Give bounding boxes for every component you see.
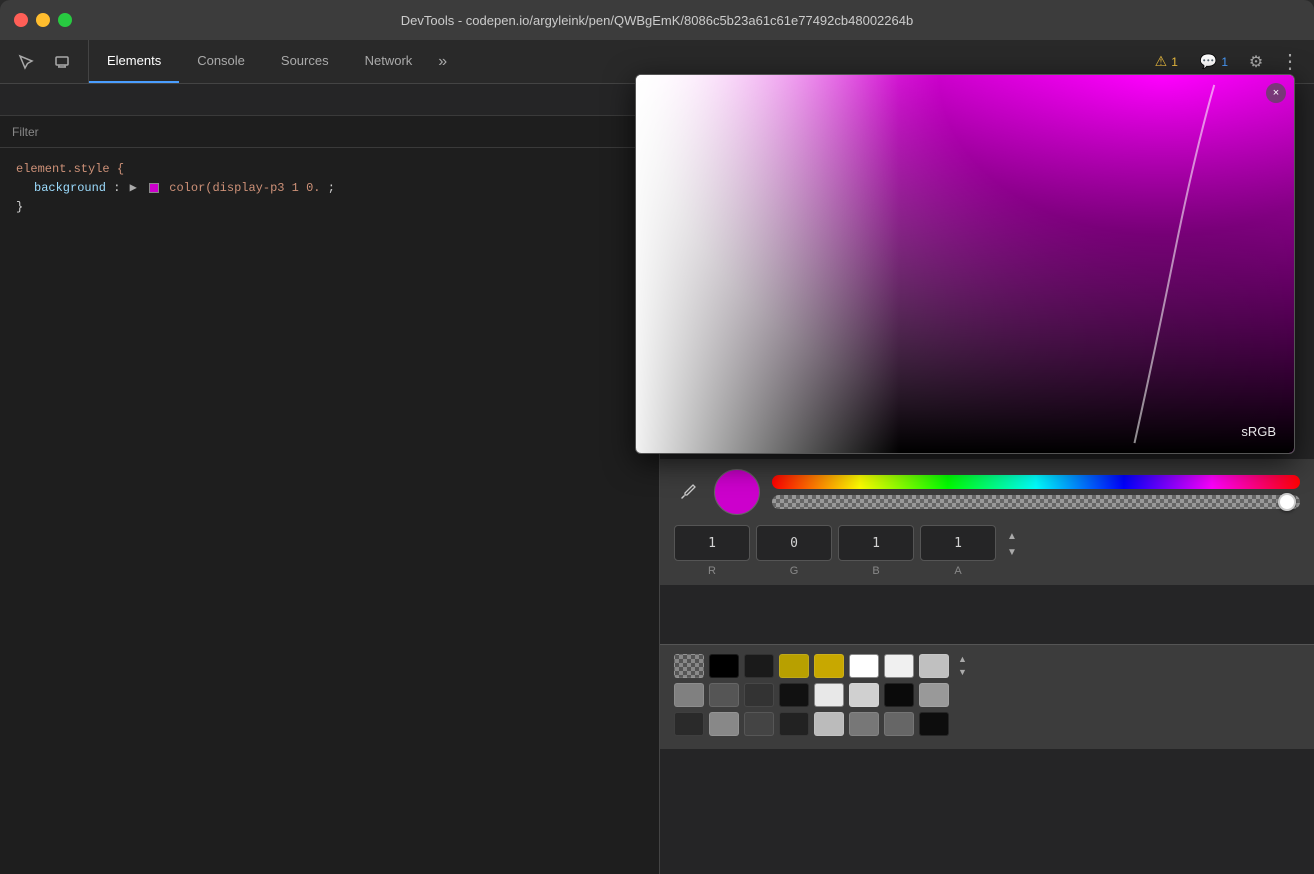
alpha-slider-thumb xyxy=(1278,493,1296,511)
rgba-inputs-row: R G B A ▲ ▼ xyxy=(674,525,1300,577)
alpha-slider[interactable] xyxy=(772,495,1300,509)
warning-count: 1 xyxy=(1171,55,1178,69)
a-label: A xyxy=(954,565,961,577)
rgba-decrement-button[interactable]: ▼ xyxy=(1002,545,1022,559)
swatch-dark5[interactable] xyxy=(674,712,704,736)
swatch-black[interactable] xyxy=(709,654,739,678)
filter-bar: Filter xyxy=(0,116,659,148)
b-label: B xyxy=(872,565,879,577)
styles-code-area: element.style { background : ▶ color(dis… xyxy=(0,148,659,874)
eyedropper-button[interactable] xyxy=(674,478,702,506)
swatch-mid3[interactable] xyxy=(919,683,949,707)
tab-network[interactable]: Network xyxy=(347,40,431,83)
swatch-mid5[interactable] xyxy=(849,712,879,736)
toolbar-icon-group xyxy=(0,40,89,83)
swatch-light4[interactable] xyxy=(849,683,879,707)
b-input[interactable] xyxy=(838,525,914,561)
more-tabs-button[interactable]: » xyxy=(430,40,455,83)
swatch-dark1[interactable] xyxy=(744,654,774,678)
filter-label: Filter xyxy=(12,125,39,139)
traffic-lights xyxy=(14,13,72,27)
code-line-2: background : ▶ color(display-p3 1 0. ; xyxy=(34,179,643,198)
r-input-group: R xyxy=(674,525,750,577)
code-line-1: element.style { xyxy=(16,160,643,179)
swatch-gold1[interactable] xyxy=(779,654,809,678)
swatch-mid6[interactable] xyxy=(884,712,914,736)
more-options-icon: ⋮ xyxy=(1280,49,1300,74)
warning-icon: ⚠ xyxy=(1155,53,1168,70)
gradient-white-overlay xyxy=(636,75,1294,453)
swatch-dark4[interactable] xyxy=(884,683,914,707)
swatches-section: ▲ ▼ xyxy=(660,644,1314,749)
swatch-mid1[interactable] xyxy=(674,683,704,707)
swatch-light5[interactable] xyxy=(814,712,844,736)
tab-elements[interactable]: Elements xyxy=(89,40,179,83)
rgba-increment-button[interactable]: ▲ xyxy=(1002,529,1022,543)
element-picker-icon[interactable] xyxy=(12,48,40,76)
g-input-group: G xyxy=(756,525,832,577)
color-picker-close-button[interactable]: × xyxy=(1266,83,1286,103)
swatch-up-arrow[interactable]: ▲ xyxy=(958,653,967,666)
title-bar: DevTools - codepen.io/argyleink/pen/QWBg… xyxy=(0,0,1314,40)
swatch-dark8[interactable] xyxy=(919,712,949,736)
color-sliders xyxy=(772,475,1300,509)
swatch-white[interactable] xyxy=(849,654,879,678)
expand-triangle[interactable]: ▶ xyxy=(130,179,137,198)
swatch-dark2[interactable] xyxy=(744,683,774,707)
fullscreen-traffic-light[interactable] xyxy=(58,13,72,27)
r-label: R xyxy=(708,565,716,577)
warnings-badge[interactable]: ⚠ 1 xyxy=(1147,50,1186,73)
swatch-dark3[interactable] xyxy=(779,683,809,707)
hue-slider[interactable] xyxy=(772,475,1300,489)
g-input[interactable] xyxy=(756,525,832,561)
swatches-row-1: ▲ ▼ xyxy=(674,653,1300,678)
swatch-gold2[interactable] xyxy=(814,654,844,678)
g-label: G xyxy=(790,565,799,577)
color-swatch[interactable] xyxy=(149,183,159,193)
swatch-mid2[interactable] xyxy=(709,683,739,707)
minimize-traffic-light[interactable] xyxy=(36,13,50,27)
message-icon: 💬 xyxy=(1200,53,1217,70)
settings-button[interactable]: ⚙ xyxy=(1242,48,1270,76)
main-area: Filter element.style { background : ▶ co… xyxy=(0,84,1314,874)
swatch-dark6[interactable] xyxy=(744,712,774,736)
close-traffic-light[interactable] xyxy=(14,13,28,27)
more-options-button[interactable]: ⋮ xyxy=(1276,48,1304,76)
swatches-row-3 xyxy=(674,712,1300,736)
a-input[interactable] xyxy=(920,525,996,561)
messages-badge[interactable]: 💬 1 xyxy=(1192,50,1236,73)
swatch-light3[interactable] xyxy=(814,683,844,707)
swatch-light1[interactable] xyxy=(884,654,914,678)
eyedropper-row xyxy=(674,469,1300,515)
swatch-down-arrow[interactable]: ▼ xyxy=(958,666,967,679)
r-input[interactable] xyxy=(674,525,750,561)
b-input-group: B xyxy=(838,525,914,577)
message-count: 1 xyxy=(1221,55,1228,69)
close-icon: × xyxy=(1273,87,1279,99)
swatch-transparent[interactable] xyxy=(674,654,704,678)
settings-icon: ⚙ xyxy=(1249,52,1263,72)
breadcrumb-bar xyxy=(0,84,659,116)
swatches-row-2 xyxy=(674,683,1300,707)
srgb-label: sRGB xyxy=(1241,424,1276,439)
device-toggle-icon[interactable] xyxy=(48,48,76,76)
rgba-arrows: ▲ ▼ xyxy=(1002,529,1022,559)
a-input-group: A xyxy=(920,525,996,577)
swatch-scroll-arrows: ▲ ▼ xyxy=(958,653,967,678)
right-panel: sRGB × xyxy=(660,84,1314,874)
elements-panel: Filter element.style { background : ▶ co… xyxy=(0,84,660,874)
color-picker-popup: sRGB × xyxy=(635,74,1295,454)
tab-sources[interactable]: Sources xyxy=(263,40,347,83)
swatch-dark7[interactable] xyxy=(779,712,809,736)
code-line-3: } xyxy=(16,198,643,217)
tab-console[interactable]: Console xyxy=(179,40,263,83)
color-gradient-canvas[interactable]: sRGB × xyxy=(636,75,1294,453)
window-title: DevTools - codepen.io/argyleink/pen/QWBg… xyxy=(401,13,913,28)
color-picker-controls: R G B A ▲ ▼ xyxy=(660,459,1314,585)
swatch-mid4[interactable] xyxy=(709,712,739,736)
swatch-light2[interactable] xyxy=(919,654,949,678)
color-preview-circle xyxy=(714,469,760,515)
